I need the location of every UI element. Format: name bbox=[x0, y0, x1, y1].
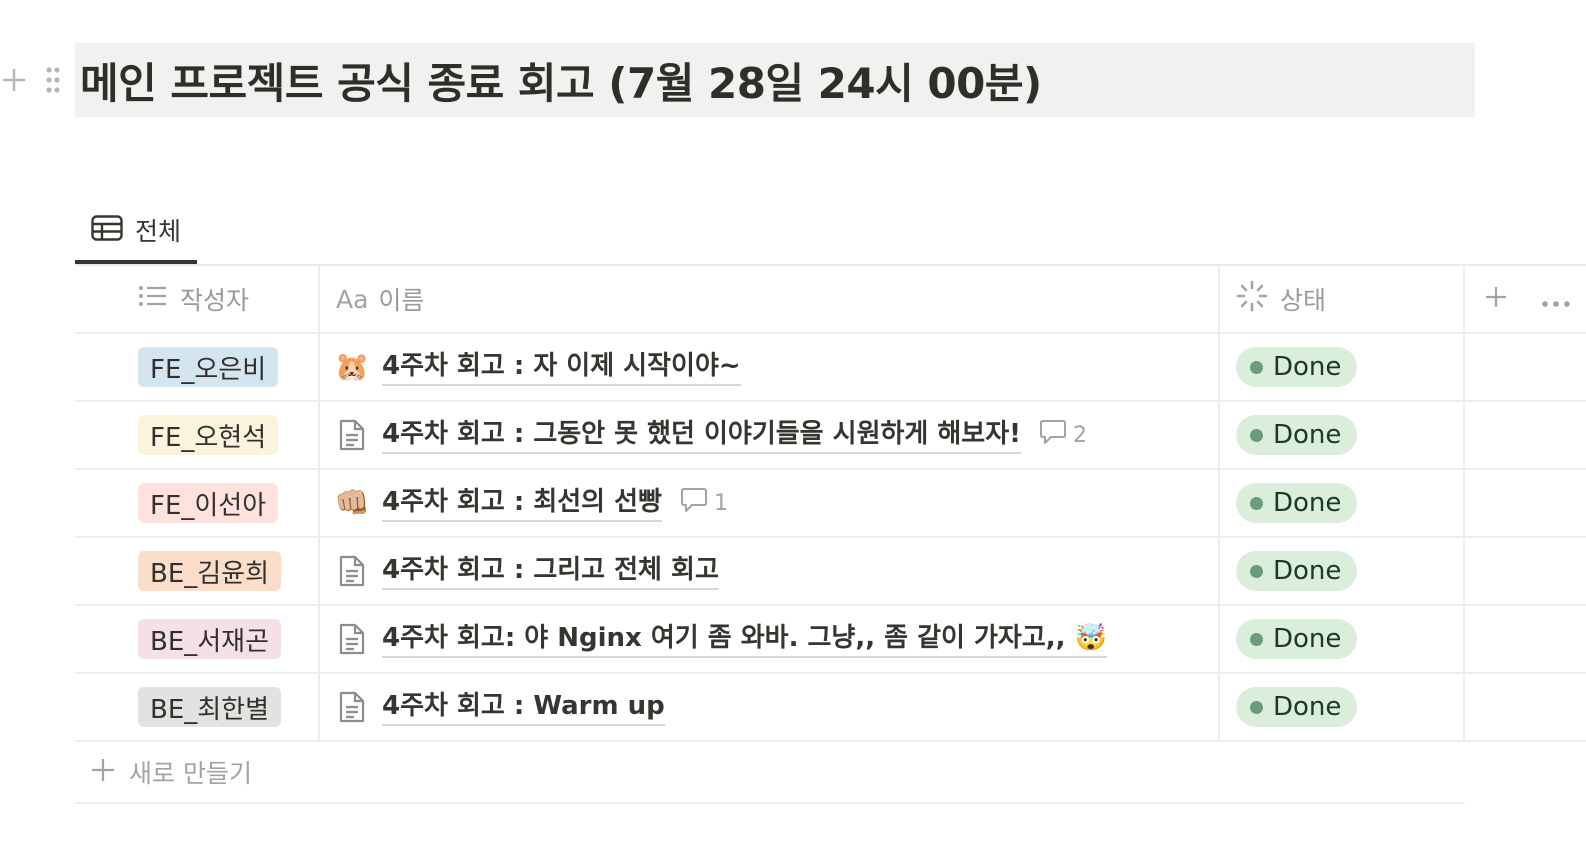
page-link[interactable]: 4주차 회고 : 최선의 선빵 bbox=[382, 485, 662, 522]
page-icon[interactable] bbox=[336, 691, 368, 723]
add-property-icon[interactable] bbox=[1485, 285, 1507, 314]
page-link[interactable]: 4주차 회고 : Warm up bbox=[382, 689, 665, 726]
table-row[interactable]: BE_김윤희 4주차 회고 : 그리고 전체 회고 Done bbox=[75, 538, 1586, 606]
page-icon[interactable] bbox=[336, 419, 368, 451]
status-dot bbox=[1250, 496, 1263, 510]
status-badge: Done bbox=[1236, 687, 1358, 727]
author-tag: FE_이선아 bbox=[138, 483, 279, 523]
author-tag: BE_최한별 bbox=[138, 687, 282, 727]
new-row-label: 새로 만들기 bbox=[129, 759, 252, 788]
status-dot bbox=[1250, 632, 1263, 646]
status-label: Done bbox=[1273, 692, 1342, 722]
author-cell[interactable]: FE_이선아 bbox=[75, 470, 320, 536]
table-row[interactable]: BE_서재곤 4주차 회고: 야 Nginx 여기 좀 와바. 그냥,, 좀 같이… bbox=[75, 606, 1586, 674]
status-cell[interactable]: Done bbox=[1220, 606, 1465, 672]
column-header-author[interactable]: 작성자 bbox=[75, 266, 320, 332]
comment-count-value: 1 bbox=[713, 490, 728, 516]
status-badge: Done bbox=[1236, 619, 1358, 659]
comment-count[interactable]: 1 bbox=[680, 487, 728, 519]
tab-label: 전체 bbox=[135, 217, 182, 246]
status-label: Done bbox=[1273, 556, 1342, 586]
page-link[interactable]: 4주차 회고 : 그동안 못 했던 이야기들을 시원하게 해보자! bbox=[382, 417, 1022, 454]
status-badge: Done bbox=[1236, 415, 1358, 455]
status-cell[interactable]: Done bbox=[1220, 402, 1465, 468]
author-cell[interactable]: FE_오현석 bbox=[75, 402, 320, 468]
page-icon[interactable] bbox=[336, 623, 368, 655]
status-label: Done bbox=[1273, 624, 1342, 654]
column-label: 상태 bbox=[1280, 286, 1327, 315]
column-header-status[interactable]: 상태 bbox=[1220, 266, 1465, 332]
empty-cell bbox=[1465, 538, 1586, 604]
table-row[interactable]: FE_이선아 👊🏼 4주차 회고 : 최선의 선빵 1 Done bbox=[75, 470, 1586, 538]
column-label: 작성자 bbox=[180, 286, 250, 315]
plus-icon bbox=[91, 758, 115, 786]
author-tag: FE_오현석 bbox=[138, 415, 279, 455]
status-icon bbox=[1236, 280, 1268, 318]
author-cell[interactable]: BE_김윤희 bbox=[75, 538, 320, 604]
column-label: 이름 bbox=[378, 286, 425, 315]
new-row-button[interactable]: 새로 만들기 bbox=[75, 742, 1465, 804]
status-badge: Done bbox=[1236, 483, 1358, 523]
more-options-icon[interactable] bbox=[1541, 285, 1571, 314]
column-header-actions bbox=[1465, 266, 1586, 332]
hamster-emoji[interactable]: 🐹 bbox=[335, 351, 370, 383]
empty-cell bbox=[1465, 334, 1586, 400]
aa-icon: Aa bbox=[336, 284, 369, 314]
heading-block[interactable]: 메인 프로젝트 공식 종료 회고 (7월 28일 24시 00분) bbox=[75, 43, 1475, 117]
status-badge: Done bbox=[1236, 347, 1358, 387]
status-label: Done bbox=[1273, 420, 1342, 450]
author-tag: FE_오은비 bbox=[138, 347, 279, 387]
name-cell[interactable]: 4주차 회고 : Warm up bbox=[320, 674, 1220, 740]
status-cell[interactable]: Done bbox=[1220, 470, 1465, 536]
name-cell[interactable]: 4주차 회고 : 그리고 전체 회고 bbox=[320, 538, 1220, 604]
empty-cell bbox=[1465, 402, 1586, 468]
status-dot bbox=[1250, 428, 1263, 442]
database-table: 작성자 Aa 이름 상태 FE_오은비 🐹 4주차 회고: 자 이제 시작이야… bbox=[75, 266, 1586, 804]
page-heading: 메인 프로젝트 공식 종료 회고 (7월 28일 24시 00분) bbox=[80, 58, 1042, 108]
status-label: Done bbox=[1273, 352, 1342, 382]
table-body: FE_오은비 🐹 4주차 회고 : 자 이제 시작이야~ Done FE_오현석 4주차 … bbox=[75, 334, 1586, 742]
page-link[interactable]: 4주차 회고 : 자 이제 시작이야~ bbox=[382, 349, 741, 386]
table-row[interactable]: BE_최한별 4주차 회고 : Warm up Done bbox=[75, 674, 1586, 742]
author-cell[interactable]: FE_오은비 bbox=[75, 334, 320, 400]
comment-icon bbox=[1039, 419, 1067, 451]
table-icon bbox=[91, 215, 123, 245]
name-cell[interactable]: 👊🏼 4주차 회고 : 최선의 선빵 1 bbox=[320, 470, 1220, 536]
page-link[interactable]: 4주차 회고: 야 Nginx 여기 좀 와바. 그냥,, 좀 같이 가자고,,… bbox=[382, 621, 1107, 658]
table-header-row: 작성자 Aa 이름 상태 bbox=[75, 266, 1586, 334]
tab-all-view[interactable]: 전체 bbox=[75, 196, 197, 264]
status-dot bbox=[1250, 564, 1263, 578]
comment-icon bbox=[680, 487, 708, 519]
status-cell[interactable]: Done bbox=[1220, 674, 1465, 740]
status-badge: Done bbox=[1236, 551, 1358, 591]
author-cell[interactable]: BE_최한별 bbox=[75, 674, 320, 740]
table-row[interactable]: FE_오은비 🐹 4주차 회고 : 자 이제 시작이야~ Done bbox=[75, 334, 1586, 402]
list-icon bbox=[138, 284, 168, 314]
table-row[interactable]: FE_오현석 4주차 회고 : 그동안 못 했던 이야기들을 시원하게 해보자! 2… bbox=[75, 402, 1586, 470]
add-block-icon[interactable] bbox=[0, 66, 28, 94]
status-cell[interactable]: Done bbox=[1220, 334, 1465, 400]
author-tag: BE_서재곤 bbox=[138, 619, 282, 659]
status-dot bbox=[1250, 360, 1263, 374]
name-cell[interactable]: 4주차 회고: 야 Nginx 여기 좀 와바. 그냥,, 좀 같이 가자고,,… bbox=[320, 606, 1220, 672]
column-header-name[interactable]: Aa 이름 bbox=[320, 266, 1220, 332]
author-tag: BE_김윤희 bbox=[138, 551, 282, 591]
status-label: Done bbox=[1273, 488, 1342, 518]
status-cell[interactable]: Done bbox=[1220, 538, 1465, 604]
name-cell[interactable]: 4주차 회고 : 그동안 못 했던 이야기들을 시원하게 해보자! 2 bbox=[320, 402, 1220, 468]
fist-emoji[interactable]: 👊🏼 bbox=[335, 487, 370, 519]
author-cell[interactable]: BE_서재곤 bbox=[75, 606, 320, 672]
comment-count-value: 2 bbox=[1073, 422, 1088, 448]
drag-handle-icon[interactable] bbox=[42, 64, 64, 96]
block-handles bbox=[0, 58, 64, 102]
page-link[interactable]: 4주차 회고 : 그리고 전체 회고 bbox=[382, 553, 719, 590]
comment-count[interactable]: 2 bbox=[1039, 419, 1087, 451]
page-icon[interactable] bbox=[336, 555, 368, 587]
status-dot bbox=[1250, 700, 1263, 714]
empty-cell bbox=[1465, 470, 1586, 536]
name-cell[interactable]: 🐹 4주차 회고 : 자 이제 시작이야~ bbox=[320, 334, 1220, 400]
notion-page: 메인 프로젝트 공식 종료 회고 (7월 28일 24시 00분) 전체 작성자 bbox=[0, 0, 1586, 842]
empty-cell bbox=[1465, 606, 1586, 672]
empty-cell bbox=[1465, 674, 1586, 740]
